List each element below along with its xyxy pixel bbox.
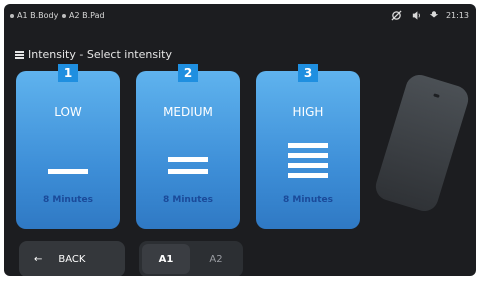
volume-icon bbox=[409, 8, 423, 22]
menu-icon[interactable] bbox=[15, 50, 24, 59]
intensity-card-high[interactable]: HIGH 8 Minutes bbox=[256, 71, 360, 229]
status-dot-icon bbox=[62, 13, 66, 18]
status-dot-icon bbox=[10, 13, 14, 18]
card-number-badge: 2 bbox=[178, 64, 198, 82]
duration-label: 8 Minutes bbox=[162, 195, 213, 205]
intensity-card-medium[interactable]: MEDIUM 8 Minutes bbox=[136, 71, 240, 229]
device-screen: A1 B.Body A2 B.Pad 21:13 Intensity - Sel… bbox=[4, 4, 476, 276]
arrow-left-icon: ← bbox=[34, 253, 43, 265]
intensity-card-low[interactable]: LOW 8 Minutes bbox=[16, 71, 120, 229]
back-label: BACK bbox=[58, 253, 86, 265]
applicator-2-label: A2 B.Pad bbox=[69, 11, 105, 20]
applicator-a1-option[interactable]: A1 bbox=[142, 244, 190, 274]
no-link-icon bbox=[389, 8, 403, 22]
clock: 21:13 bbox=[445, 11, 469, 20]
intensity-label: MEDIUM bbox=[163, 105, 213, 119]
applicator-toggle: A1 A2 bbox=[139, 241, 243, 276]
wifi-icon bbox=[427, 8, 441, 22]
card-number-badge: 3 bbox=[298, 64, 318, 82]
applicator-2-status: A2 B.Pad bbox=[62, 11, 105, 20]
intensity-label: LOW bbox=[54, 105, 82, 119]
duration-label: 8 Minutes bbox=[282, 195, 333, 205]
applicator-a2-option[interactable]: A2 bbox=[192, 244, 240, 274]
applicator-pad-image bbox=[372, 71, 472, 215]
applicator-1-label: A1 B.Body bbox=[17, 11, 59, 20]
status-bar: A1 B.Body A2 B.Pad 21:13 bbox=[4, 4, 476, 26]
page-header: Intensity - Select intensity bbox=[15, 48, 172, 61]
applicator-1-status: A1 B.Body bbox=[10, 11, 58, 20]
page-title: Intensity - Select intensity bbox=[28, 48, 172, 61]
intensity-label: HIGH bbox=[292, 105, 324, 119]
card-number-badge: 1 bbox=[58, 64, 78, 82]
back-button[interactable]: ← BACK bbox=[19, 241, 125, 276]
duration-label: 8 Minutes bbox=[42, 195, 93, 205]
